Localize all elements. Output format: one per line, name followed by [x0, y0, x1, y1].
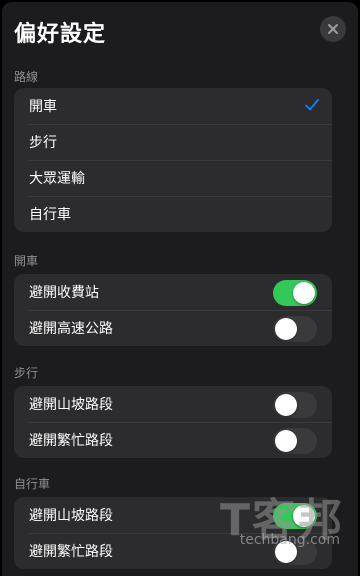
- setting-label: 避開高速公路: [29, 321, 113, 337]
- page-title: 偏好設定: [14, 22, 107, 47]
- route-option-label: 步行: [29, 135, 57, 151]
- route-option-cycling[interactable]: 自行車: [14, 196, 332, 232]
- setting-avoid-tolls: 避開收費站: [14, 274, 332, 310]
- setting-walk-avoid-busy: 避開繁忙路段: [14, 422, 332, 458]
- toggle-knob: [275, 318, 297, 340]
- close-button[interactable]: [320, 16, 346, 42]
- walk-avoid-hills-toggle[interactable]: [273, 392, 317, 418]
- toggle-knob: [293, 282, 315, 304]
- setting-avoid-highways: 避開高速公路: [14, 310, 332, 346]
- section-label-route: 路線: [14, 70, 39, 84]
- route-option-label: 自行車: [29, 207, 71, 223]
- walk-avoid-busy-toggle[interactable]: [273, 428, 317, 454]
- cycle-avoid-hills-toggle[interactable]: [273, 503, 317, 529]
- route-group: 開車 步行 大眾運輸 自行車: [14, 88, 332, 232]
- close-icon: [328, 24, 338, 34]
- toggle-knob: [275, 394, 297, 416]
- avoid-tolls-toggle[interactable]: [273, 280, 317, 306]
- toggle-knob: [275, 430, 297, 452]
- avoid-highways-toggle[interactable]: [273, 316, 317, 342]
- setting-label: 避開山坡路段: [29, 508, 113, 524]
- toggle-knob: [275, 541, 297, 563]
- toggle-knob: [293, 505, 315, 527]
- setting-cycle-avoid-hills: 避開山坡路段: [14, 497, 332, 533]
- section-label-driving: 開車: [14, 254, 39, 268]
- route-option-label: 開車: [29, 99, 57, 115]
- header: 偏好設定: [2, 2, 358, 58]
- cycling-group: 避開山坡路段 避開繁忙路段: [14, 497, 332, 569]
- checkmark-icon: [305, 99, 319, 111]
- route-option-label: 大眾運輸: [29, 171, 85, 187]
- setting-label: 避開繁忙路段: [29, 544, 113, 560]
- section-label-cycling: 自行車: [14, 477, 51, 491]
- setting-label: 避開繁忙路段: [29, 433, 113, 449]
- cycle-avoid-busy-toggle[interactable]: [273, 539, 317, 565]
- route-option-driving[interactable]: 開車: [14, 88, 332, 124]
- walking-group: 避開山坡路段 避開繁忙路段: [14, 386, 332, 458]
- setting-walk-avoid-hills: 避開山坡路段: [14, 386, 332, 422]
- setting-label: 避開山坡路段: [29, 397, 113, 413]
- driving-group: 避開收費站 避開高速公路: [14, 274, 332, 346]
- setting-label: 避開收費站: [29, 285, 99, 301]
- route-option-transit[interactable]: 大眾運輸: [14, 160, 332, 196]
- route-option-walking[interactable]: 步行: [14, 124, 332, 160]
- preferences-sheet: 偏好設定 路線 開車 步行 大眾運輸 自行車 開車 避開收費站 避開高速公路 步…: [2, 2, 358, 576]
- section-label-walking: 步行: [14, 366, 39, 380]
- setting-cycle-avoid-busy: 避開繁忙路段: [14, 533, 332, 569]
